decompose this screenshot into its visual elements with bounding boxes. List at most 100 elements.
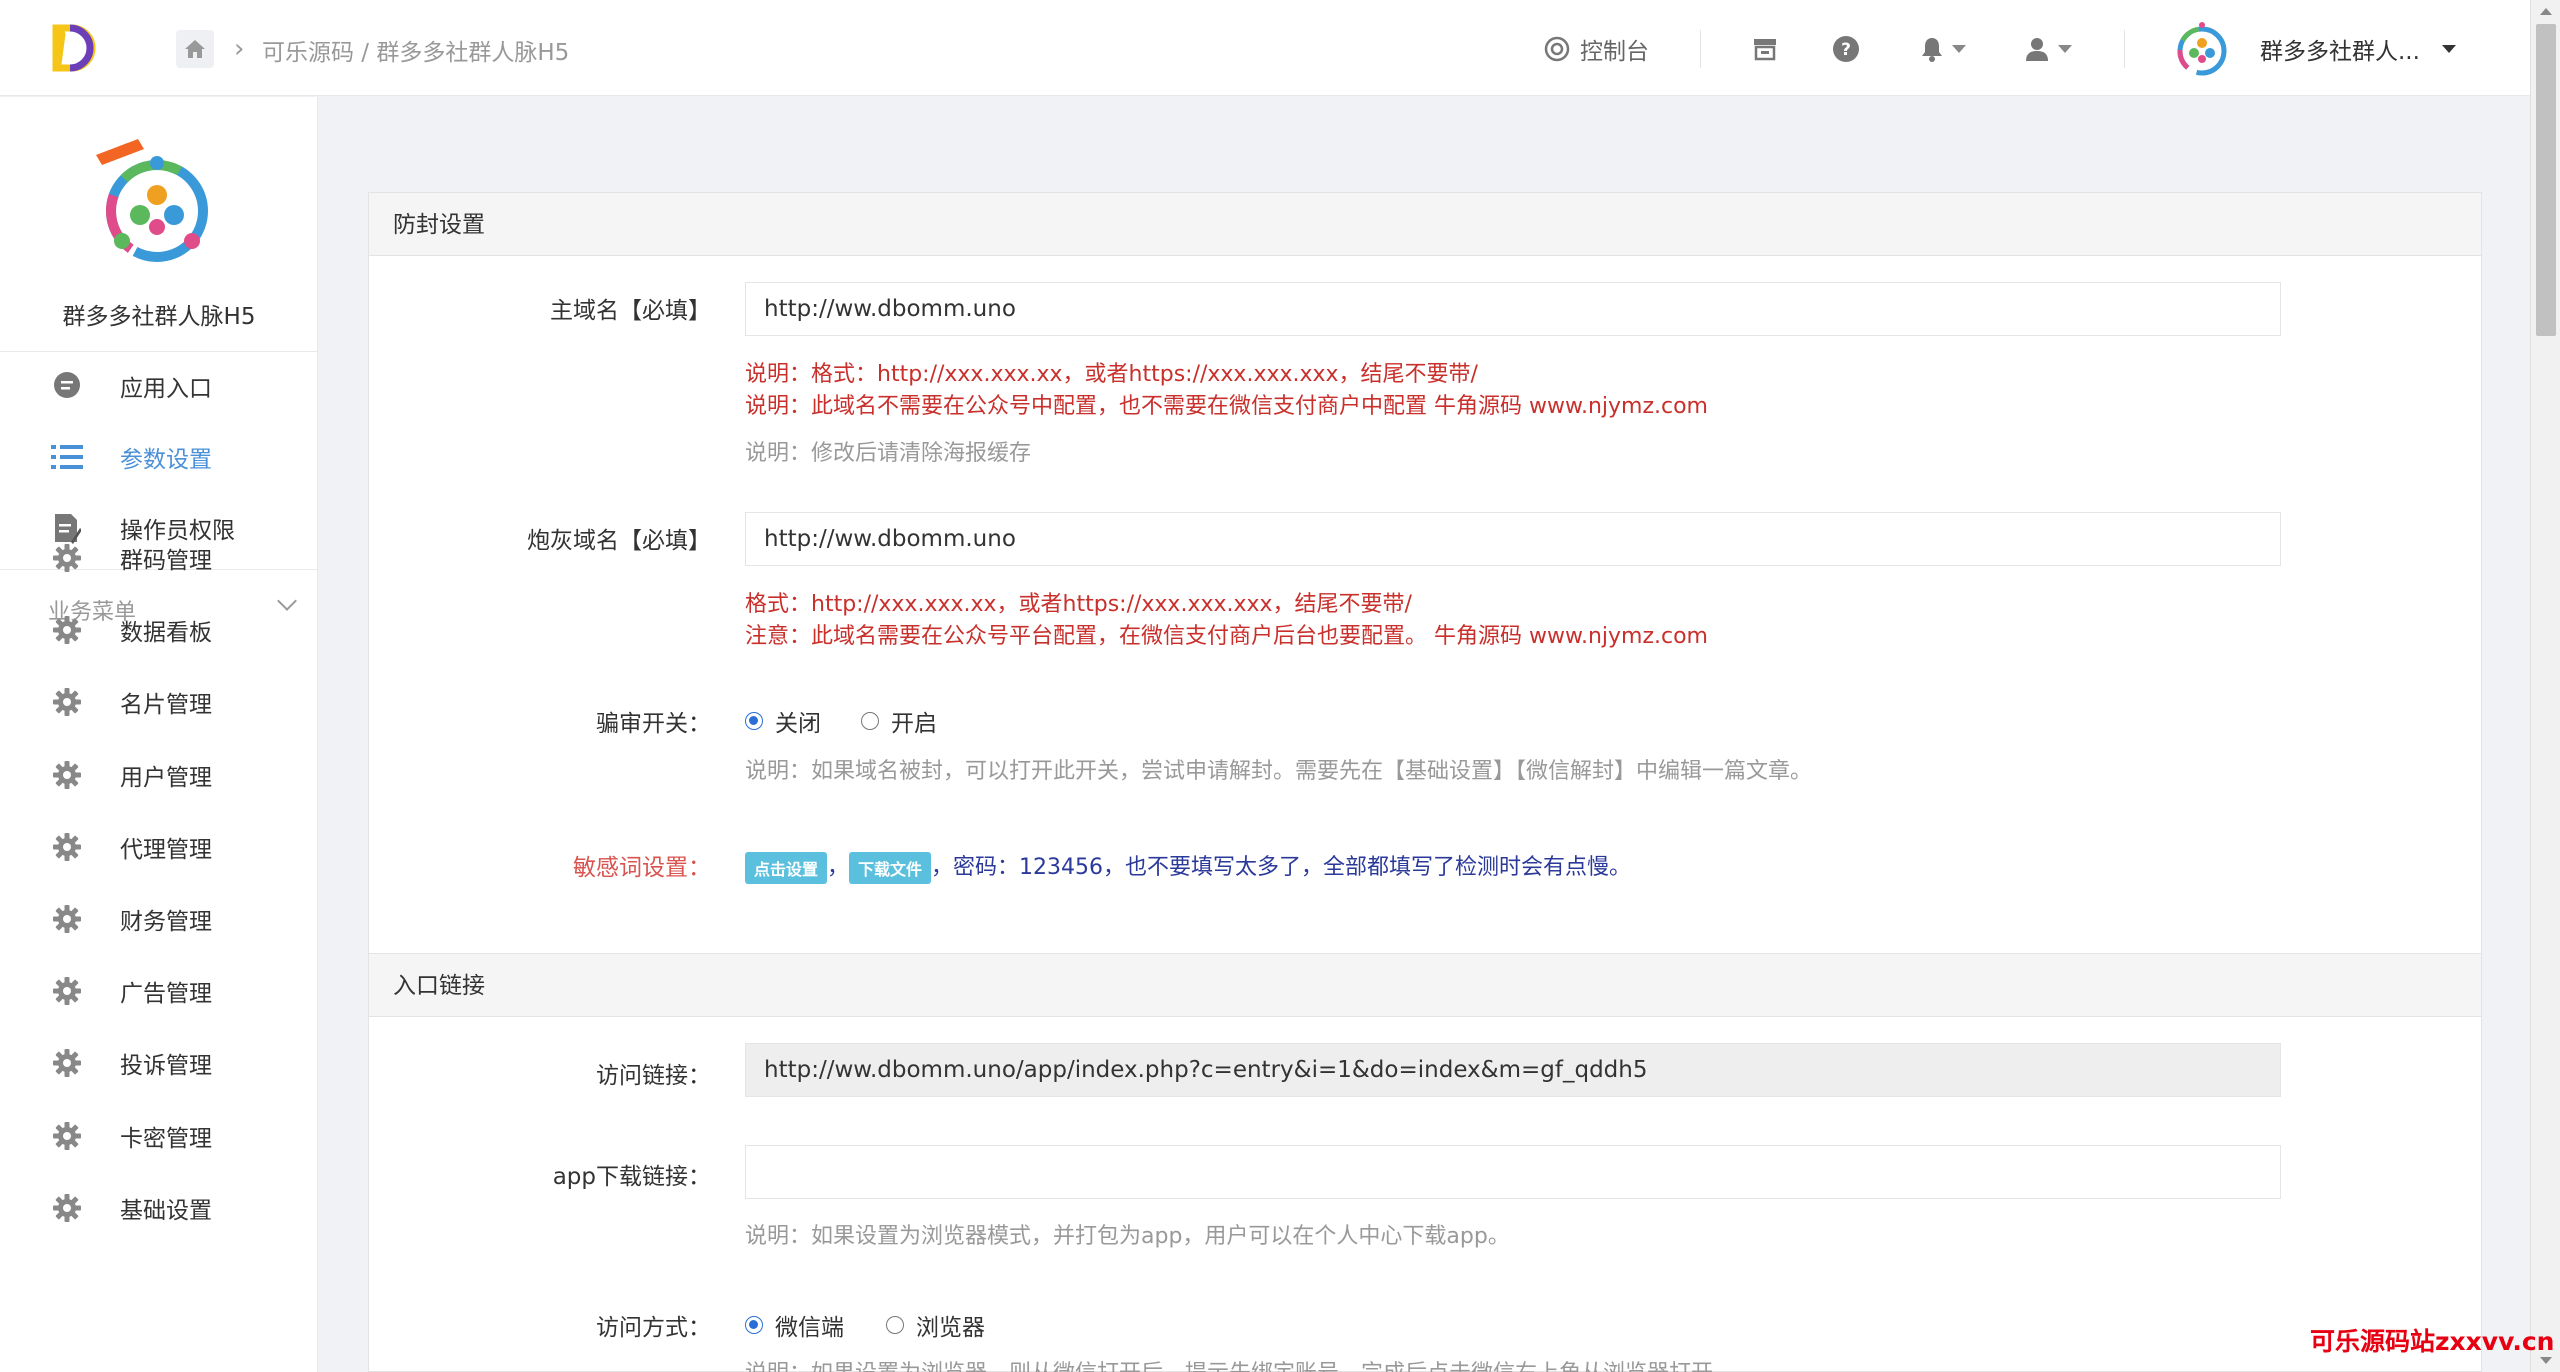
app-logo [96, 139, 208, 262]
radio-label: 关闭 [775, 711, 821, 737]
visit-mode-label: 访问方式： [596, 1315, 711, 1341]
review-switch-help: 说明：如果域名被封，可以打开此开关，尝试申请解封。需要先在【基础设置】【微信解封… [745, 759, 1813, 784]
scroll-up-arrow-icon[interactable] [2540, 8, 2552, 15]
home-button[interactable] [176, 30, 214, 68]
radio-unchecked[interactable] [861, 712, 879, 730]
sidebar-item-label: 用户管理 [120, 765, 212, 791]
sidebar-item-label: 广告管理 [120, 981, 212, 1007]
store-button[interactable] [1752, 30, 1778, 68]
help-icon: ? [1833, 36, 1859, 62]
sidebar-item-menu[interactable]: 投诉管理 [0, 1032, 318, 1094]
cannon-domain-help-format: 格式：http://xxx.xxx.xx，或者https://xxx.xxx.x… [745, 592, 1412, 617]
sidebar-item-label: 基础设置 [120, 1198, 212, 1224]
visit-link-label: 访问链接： [596, 1063, 711, 1089]
chat-icon [50, 369, 84, 403]
chevron-right-icon: › [234, 34, 245, 64]
scroll-down-arrow-icon[interactable] [2540, 1357, 2552, 1364]
main-domain-help-cache: 说明：修改后请清除海报缓存 [745, 441, 1032, 466]
gear-icon [50, 1119, 84, 1153]
main-domain-help-note: 说明：此域名不需要在公众号中配置，也不需要在微信支付商户中配置 牛角源码 www… [745, 394, 1708, 419]
main-domain-help-format: 说明：格式：http://xxx.xxx.xx，或者https://xxx.xx… [745, 362, 1478, 387]
sidebar-item-label: 应用入口 [120, 376, 212, 402]
bell-icon [1922, 38, 1942, 62]
console-link[interactable]: 控制台 [1544, 30, 1649, 68]
sidebar-item-menu[interactable]: 用户管理 [0, 744, 318, 806]
breadcrumb[interactable]: 可乐源码 / 群多多社群人脉H5 [262, 33, 569, 67]
radio-unchecked[interactable] [886, 1316, 904, 1334]
user-icon [2026, 38, 2048, 61]
gear-icon [50, 974, 84, 1008]
download-file-button[interactable]: 下载文件 [849, 852, 932, 884]
sidebar-item-menu[interactable]: 群码管理 [0, 527, 318, 589]
app-download-input[interactable] [745, 1145, 2281, 1199]
click-settings-button[interactable]: 点击设置 [745, 852, 828, 884]
sidebar-item-label: 群码管理 [120, 548, 212, 574]
section-title-anti-ban: 防封设置 [369, 192, 2481, 256]
radio-label: 开启 [891, 711, 937, 737]
sidebar: 群多多社群人脉H5 应用入口 参数设置 操作员权限 业务菜单 群码管理 数据看板名… [0, 97, 318, 1372]
sidebar-item-menu[interactable]: 财务管理 [0, 888, 318, 950]
sidebar-item-menu[interactable]: 广告管理 [0, 960, 318, 1022]
caret-down-icon [2441, 45, 2456, 53]
visit-mode-browser-option[interactable]: 浏览器 [886, 1308, 985, 1342]
divider [1700, 30, 1701, 68]
visit-mode-wechat-option[interactable]: 微信端 [745, 1308, 844, 1342]
divider [0, 351, 318, 352]
review-switch-label: 骗审开关： [596, 711, 711, 737]
cannon-domain-input[interactable]: http://ww.dbomm.uno [745, 512, 2281, 566]
gear-icon [50, 902, 84, 936]
sidebar-item-label: 数据看板 [120, 620, 212, 646]
user-dropdown[interactable] [2024, 30, 2072, 68]
notifications-dropdown[interactable] [1920, 30, 1966, 68]
visit-mode-radio-group: 微信端 浏览器 [745, 1308, 1025, 1342]
sidebar-item-label: 财务管理 [120, 909, 212, 935]
store-icon [1754, 39, 1776, 61]
sidebar-item-label: 代理管理 [120, 837, 212, 863]
sensitive-words-row: 点击设置，下载文件 ，密码：123456，也不要填写太多了，全部都填写了检测时会有… [745, 849, 1631, 884]
gear-icon [50, 830, 84, 864]
sidebar-item-menu[interactable]: 数据看板 [0, 599, 318, 661]
app-avatar [2177, 22, 2227, 76]
main-domain-label: 主域名【必填】 [550, 298, 711, 324]
radio-checked[interactable] [745, 1316, 763, 1334]
visit-link-input[interactable]: http://ww.dbomm.uno/app/index.php?c=entr… [745, 1043, 2281, 1097]
account-name: 群多多社群人... [2260, 39, 2420, 65]
top-bar: › 可乐源码 / 群多多社群人脉H5 控制台 ? 群多多社群人... [0, 0, 2530, 96]
app-download-help: 说明：如果设置为浏览器模式，并打包为app，用户可以在个人中心下载app。 [745, 1224, 1510, 1249]
sidebar-item-menu[interactable]: 名片管理 [0, 671, 318, 733]
review-switch-radio-group: 关闭 开启 [745, 704, 977, 738]
caret-down-icon [2058, 45, 2072, 53]
svg-text:?: ? [1841, 40, 1851, 60]
sidebar-item-label: 卡密管理 [120, 1126, 212, 1152]
sensitive-words-label: 敏感词设置： [573, 855, 711, 881]
radio-checked[interactable] [745, 712, 763, 730]
gear-icon [50, 758, 84, 792]
main-domain-input[interactable]: http://ww.dbomm.uno [745, 282, 2281, 336]
sidebar-item-menu[interactable]: 代理管理 [0, 816, 318, 878]
sidebar-item-menu[interactable]: 卡密管理 [0, 1105, 318, 1167]
home-icon [185, 40, 205, 58]
cannon-domain-help-note: 注意：此域名需要在公众号平台配置，在微信支付商户后台也要配置。 牛角源码 www… [745, 624, 1708, 649]
gear-icon [50, 613, 84, 647]
separator-text: ， [827, 855, 850, 880]
sidebar-item-label: 投诉管理 [120, 1053, 212, 1079]
account-switcher[interactable]: 群多多社群人... [2174, 18, 2456, 80]
sidebar-item-menu[interactable]: 基础设置 [0, 1177, 318, 1239]
review-switch-on-option[interactable]: 开启 [861, 704, 937, 738]
scrollbar-thumb[interactable] [2536, 24, 2556, 336]
app-name: 群多多社群人脉H5 [62, 304, 256, 330]
brand-logo[interactable] [48, 20, 108, 76]
sidebar-item-app-entry[interactable]: 应用入口 [0, 355, 318, 417]
sidebar-item-label: 名片管理 [120, 692, 212, 718]
help-button[interactable]: ? [1832, 30, 1860, 68]
section-title-entry: 入口链接 [369, 953, 2481, 1017]
radio-label: 浏览器 [916, 1315, 985, 1341]
gear-icon [50, 1191, 84, 1225]
vertical-scrollbar[interactable] [2530, 0, 2560, 1372]
settings-panel: 防封设置 主域名【必填】 http://ww.dbomm.uno 说明：格式：h… [368, 192, 2482, 1372]
caret-down-icon [1952, 45, 1966, 53]
sidebar-item-label: 参数设置 [120, 447, 212, 473]
gear-icon [50, 1046, 84, 1080]
sidebar-item-params[interactable]: 参数设置 [0, 426, 318, 488]
review-switch-off-option[interactable]: 关闭 [745, 704, 821, 738]
